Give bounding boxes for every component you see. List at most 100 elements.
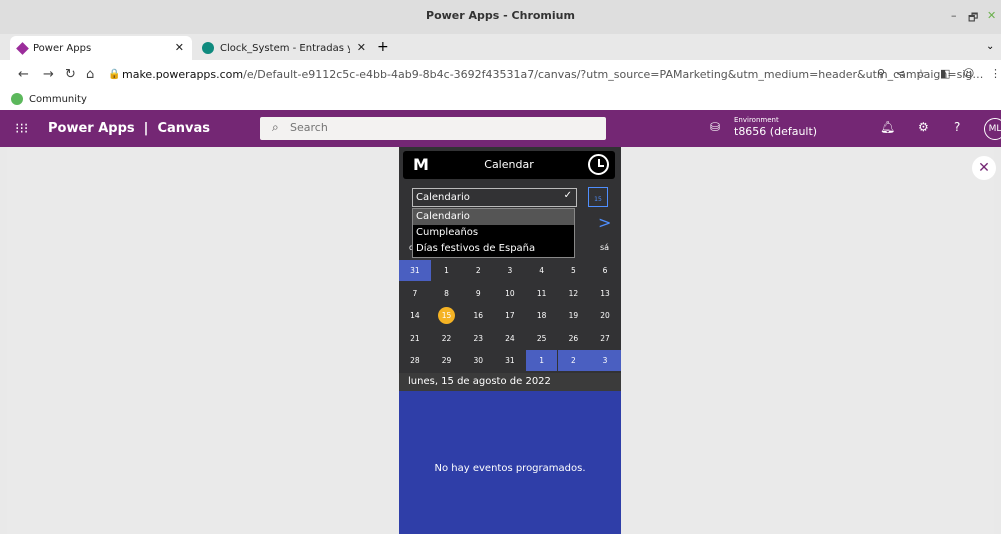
new-tab-button[interactable]: + <box>377 39 389 55</box>
forward-icon[interactable]: → <box>43 67 54 82</box>
calendar-day[interactable]: 29 <box>431 350 463 371</box>
close-tab-icon[interactable]: ✕ <box>175 41 184 54</box>
calendar-day[interactable]: 27 <box>589 328 621 349</box>
app-launcher-icon[interactable]: ⁝⁝⁝ <box>15 121 28 137</box>
calendar-day[interactable]: 4 <box>526 260 558 281</box>
minimize-button[interactable]: – <box>951 9 957 22</box>
clock-icon[interactable] <box>588 154 609 175</box>
selected-date: lunes, 15 de agosto de 2022 <box>399 373 621 391</box>
dropdown-option[interactable]: Días festivos de España <box>413 241 574 257</box>
calendar-day-number: 22 <box>441 333 452 343</box>
calendar-day-number: 10 <box>505 288 515 298</box>
bookmark-star-icon[interactable]: ☆ <box>916 67 926 80</box>
browser-toolbar: ← → ↻ ⌂ 🔒 make.powerapps.com/e/Default-e… <box>0 60 1001 90</box>
calendar-day[interactable]: 26 <box>558 328 590 349</box>
calendar-day[interactable]: 25 <box>526 328 558 349</box>
reload-icon[interactable]: ↻ <box>65 67 76 82</box>
close-tab-icon[interactable]: ✕ <box>357 41 366 54</box>
app-title[interactable]: Power Apps | Canvas <box>48 121 210 136</box>
calendar-day-number: 3 <box>507 266 513 275</box>
calendar-day[interactable]: 5 <box>558 260 590 281</box>
calendar-day[interactable]: 31 <box>494 350 526 371</box>
calendar-day[interactable]: 28 <box>399 350 431 371</box>
calendar-day[interactable]: 16 <box>462 305 494 326</box>
calendar-day-number: 30 <box>473 356 483 365</box>
tab-power-apps[interactable]: Power Apps ✕ <box>10 36 192 60</box>
sharepoint-icon <box>202 42 214 54</box>
bookmark-community[interactable]: Community <box>11 93 87 105</box>
side-panel-icon[interactable]: ◧ <box>940 67 950 80</box>
calendar-day[interactable]: 1 <box>431 260 463 281</box>
calendar-day[interactable]: 20 <box>589 305 621 326</box>
next-month-icon[interactable]: > <box>598 213 611 232</box>
calendar-day[interactable]: 17 <box>494 305 526 326</box>
notifications-icon[interactable]: 🔔︎ <box>880 120 895 134</box>
settings-icon[interactable]: ⚙ <box>918 120 929 134</box>
lock-icon[interactable]: 🔒 <box>108 69 120 80</box>
calendar-day[interactable]: 3 <box>494 260 526 281</box>
calendar-day[interactable]: 8 <box>431 283 463 304</box>
calendar-day-number: 5 <box>570 266 576 275</box>
calendar-day[interactable]: 30 <box>462 350 494 371</box>
calendar-day[interactable]: 22 <box>431 328 463 349</box>
weekday-label: sá <box>600 243 610 252</box>
close-window-button[interactable]: ✕ <box>987 9 996 22</box>
dropdown-option[interactable]: Cumpleaños <box>413 225 574 241</box>
help-icon[interactable]: ? <box>954 120 960 134</box>
tab-label: Clock_System - Entradas y sal <box>220 42 350 54</box>
power-apps-icon <box>16 41 29 55</box>
avatar[interactable]: ML <box>984 118 1001 140</box>
calendar-day[interactable]: 1 <box>525 350 558 371</box>
calendar-day[interactable]: 9 <box>462 283 494 304</box>
share-icon[interactable]: < <box>896 67 905 80</box>
calendar-day[interactable]: 2 <box>557 350 590 371</box>
search-input[interactable] <box>290 121 590 134</box>
calendar-icon[interactable]: 15 <box>588 187 608 207</box>
search-box[interactable]: ⌕ <box>260 117 606 140</box>
calendar-day-number: 1 <box>444 266 449 275</box>
app-preview: M Calendar Calendario ✓ 15 Calendario Cu… <box>399 147 621 534</box>
calendar-day[interactable]: 24 <box>494 328 526 349</box>
calendar-day-number: 3 <box>602 356 608 365</box>
calendar-day[interactable]: 7 <box>399 283 431 304</box>
calendar-day-number: 19 <box>568 311 579 320</box>
calendar-day-number: 8 <box>444 288 449 298</box>
location-icon[interactable]: ⚲ <box>877 67 885 80</box>
calendar-day-number: 15 <box>438 307 456 324</box>
menu-kebab-icon[interactable]: ⋮ <box>990 67 1001 80</box>
tab-clock-system[interactable]: Clock_System - Entradas y sal ✕ <box>194 36 374 60</box>
calendar-day[interactable]: 19 <box>558 305 590 326</box>
environment-icon: ⛁ <box>710 120 721 134</box>
calendar-day[interactable]: 11 <box>526 283 558 304</box>
calendar-day-number: 9 <box>475 288 481 298</box>
calendar-day[interactable]: 2 <box>462 260 494 281</box>
calendar-day[interactable]: 14 <box>399 305 431 326</box>
calendar-day[interactable]: 6 <box>589 260 621 281</box>
home-icon[interactable]: ⌂ <box>86 67 94 82</box>
calendar-day-number: 2 <box>570 356 576 365</box>
bookmarks-bar: Community <box>0 90 1001 110</box>
calendar-day[interactable]: 15 <box>431 305 463 326</box>
calendar-day-number: 12 <box>568 288 579 298</box>
calendar-day[interactable]: 10 <box>494 283 526 304</box>
dropdown-option[interactable]: Calendario <box>413 209 574 225</box>
search-icon: ⌕ <box>272 120 279 134</box>
calendar-day[interactable]: 18 <box>526 305 558 326</box>
address-bar[interactable]: make.powerapps.com/e/Default-e9112c5c-e4… <box>122 68 983 81</box>
calendar-day[interactable]: 21 <box>399 328 431 349</box>
maximize-button[interactable]: 🗗 <box>968 9 978 28</box>
calendar-dropdown[interactable]: Calendario ✓ <box>412 188 577 207</box>
calendar-day[interactable]: 31 <box>399 260 431 281</box>
calendar-day[interactable]: 23 <box>462 328 494 349</box>
calendar-day[interactable]: 3 <box>589 350 621 371</box>
calendar-day-number: 28 <box>410 356 420 365</box>
calendar-day[interactable]: 13 <box>589 283 621 304</box>
profile-icon[interactable]: ☺ <box>963 67 974 80</box>
calendar-day[interactable]: 12 <box>558 283 590 304</box>
bookmark-label: Community <box>29 93 87 105</box>
back-icon[interactable]: ← <box>18 67 29 82</box>
url-host: make.powerapps.com <box>122 68 244 81</box>
tab-search-icon[interactable]: ⌄ <box>986 41 994 52</box>
close-preview-icon[interactable]: ✕ <box>972 156 996 180</box>
environment-value: t8656 (default) <box>734 125 818 138</box>
